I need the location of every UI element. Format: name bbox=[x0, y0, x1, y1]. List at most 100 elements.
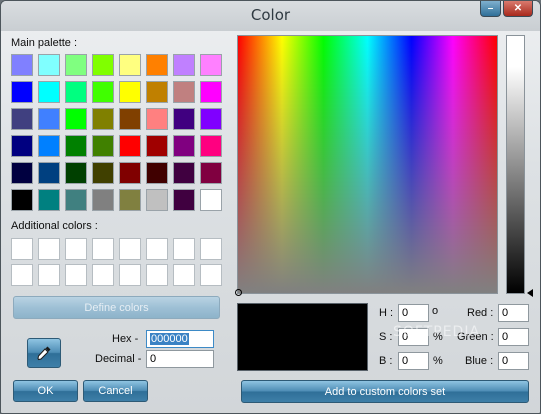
b-value: 0 bbox=[402, 355, 409, 367]
palette-swatch[interactable] bbox=[119, 81, 141, 103]
custom-color-swatch[interactable] bbox=[200, 264, 222, 286]
decimal-input[interactable]: 0 bbox=[146, 350, 214, 368]
brightness-slider-handle[interactable] bbox=[527, 289, 533, 297]
minimize-button[interactable]: – bbox=[480, 1, 501, 17]
h-label: H : bbox=[379, 307, 394, 319]
palette-swatch[interactable] bbox=[146, 162, 168, 184]
green-input[interactable]: 0 bbox=[498, 328, 529, 346]
hue-saturation-picker[interactable] bbox=[237, 35, 498, 294]
custom-color-swatch[interactable] bbox=[65, 264, 87, 286]
color-dialog-window: Color – ✕ Main palette : Additional colo… bbox=[0, 0, 541, 414]
h-unit: o bbox=[432, 305, 439, 317]
palette-swatch[interactable] bbox=[65, 54, 87, 76]
palette-swatch[interactable] bbox=[173, 54, 195, 76]
palette-swatch[interactable] bbox=[173, 81, 195, 103]
palette-swatch[interactable] bbox=[119, 135, 141, 157]
palette-swatch[interactable] bbox=[146, 81, 168, 103]
custom-color-swatch[interactable] bbox=[119, 238, 141, 260]
palette-swatch[interactable] bbox=[11, 189, 33, 211]
palette-swatch[interactable] bbox=[92, 189, 114, 211]
palette-swatch[interactable] bbox=[146, 135, 168, 157]
custom-color-swatch[interactable] bbox=[11, 238, 33, 260]
brightness-slider[interactable] bbox=[506, 35, 525, 294]
hex-label: Hex - bbox=[112, 333, 139, 345]
custom-color-swatch[interactable] bbox=[38, 238, 60, 260]
palette-swatch[interactable] bbox=[65, 162, 87, 184]
custom-color-swatch[interactable] bbox=[11, 264, 33, 286]
palette-swatch[interactable] bbox=[173, 189, 195, 211]
title-bar[interactable]: Color – ✕ bbox=[1, 1, 540, 31]
define-colors-button[interactable]: Define colors bbox=[13, 296, 220, 319]
palette-swatch[interactable] bbox=[11, 81, 33, 103]
palette-swatch[interactable] bbox=[11, 54, 33, 76]
close-button[interactable]: ✕ bbox=[503, 1, 533, 17]
palette-swatch[interactable] bbox=[173, 135, 195, 157]
window-title: Color bbox=[250, 6, 291, 24]
palette-swatch[interactable] bbox=[146, 54, 168, 76]
red-label: Red : bbox=[467, 307, 494, 319]
palette-swatch[interactable] bbox=[173, 108, 195, 130]
blue-input[interactable]: 0 bbox=[498, 352, 529, 370]
custom-color-swatch[interactable] bbox=[173, 238, 195, 260]
palette-swatch[interactable] bbox=[65, 108, 87, 130]
palette-swatch[interactable] bbox=[92, 54, 114, 76]
picker-cursor[interactable] bbox=[235, 289, 242, 296]
palette-swatch[interactable] bbox=[38, 135, 60, 157]
palette-swatch[interactable] bbox=[146, 189, 168, 211]
add-to-custom-colors-button[interactable]: Add to custom colors set bbox=[241, 380, 529, 403]
palette-swatch[interactable] bbox=[38, 189, 60, 211]
custom-color-swatch[interactable] bbox=[200, 238, 222, 260]
custom-color-swatch[interactable] bbox=[146, 264, 168, 286]
custom-color-swatch[interactable] bbox=[173, 264, 195, 286]
palette-swatch[interactable] bbox=[65, 189, 87, 211]
main-palette-label: Main palette : bbox=[11, 37, 78, 49]
palette-swatch[interactable] bbox=[200, 81, 222, 103]
b-label: B : bbox=[379, 355, 393, 367]
decimal-value: 0 bbox=[150, 353, 157, 365]
palette-swatch[interactable] bbox=[38, 108, 60, 130]
palette-swatch[interactable] bbox=[200, 135, 222, 157]
palette-swatch[interactable] bbox=[11, 108, 33, 130]
b-input[interactable]: 0 bbox=[398, 352, 429, 370]
palette-swatch[interactable] bbox=[38, 54, 60, 76]
cancel-label: Cancel bbox=[98, 385, 133, 397]
palette-swatch[interactable] bbox=[200, 54, 222, 76]
color-preview bbox=[237, 303, 368, 371]
custom-color-swatch[interactable] bbox=[146, 238, 168, 260]
palette-swatch[interactable] bbox=[11, 162, 33, 184]
palette-swatch[interactable] bbox=[38, 162, 60, 184]
custom-color-swatch[interactable] bbox=[119, 264, 141, 286]
cancel-button[interactable]: Cancel bbox=[83, 380, 148, 402]
custom-color-swatch[interactable] bbox=[92, 238, 114, 260]
palette-swatch[interactable] bbox=[65, 81, 87, 103]
palette-swatch[interactable] bbox=[119, 162, 141, 184]
eyedropper-icon bbox=[37, 346, 51, 361]
palette-swatch[interactable] bbox=[65, 135, 87, 157]
palette-swatch[interactable] bbox=[119, 108, 141, 130]
palette-swatch[interactable] bbox=[146, 108, 168, 130]
palette-swatch[interactable] bbox=[173, 162, 195, 184]
palette-swatch[interactable] bbox=[119, 189, 141, 211]
watermark: SOFTPEDIA bbox=[393, 324, 481, 340]
red-input[interactable]: 0 bbox=[498, 304, 529, 322]
custom-color-swatch[interactable] bbox=[92, 264, 114, 286]
palette-swatch[interactable] bbox=[92, 135, 114, 157]
palette-swatch[interactable] bbox=[200, 189, 222, 211]
palette-swatch[interactable] bbox=[11, 135, 33, 157]
palette-swatch[interactable] bbox=[200, 108, 222, 130]
ok-button[interactable]: OK bbox=[13, 380, 78, 402]
custom-color-swatch[interactable] bbox=[65, 238, 87, 260]
palette-swatch[interactable] bbox=[92, 108, 114, 130]
h-input[interactable]: 0 bbox=[398, 304, 429, 322]
b-unit: % bbox=[433, 355, 443, 367]
palette-swatch[interactable] bbox=[38, 81, 60, 103]
custom-color-swatch[interactable] bbox=[38, 264, 60, 286]
palette-swatch[interactable] bbox=[92, 81, 114, 103]
hex-input[interactable]: 000000 bbox=[146, 330, 214, 348]
palette-swatch[interactable] bbox=[200, 162, 222, 184]
palette-swatch[interactable] bbox=[119, 54, 141, 76]
eyedropper-button[interactable] bbox=[27, 338, 61, 368]
s-label: S : bbox=[379, 331, 393, 343]
palette-swatch[interactable] bbox=[92, 162, 114, 184]
close-icon: ✕ bbox=[513, 3, 523, 14]
